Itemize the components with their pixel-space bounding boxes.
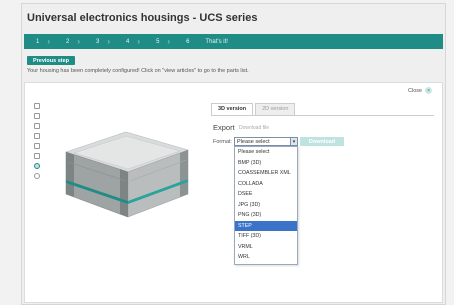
view-icon[interactable] — [34, 143, 40, 149]
close-icon[interactable]: × — [425, 87, 433, 94]
step-label: 3 — [96, 38, 100, 45]
chevron-right-icon: › — [137, 37, 141, 46]
chevron-right-icon: › — [77, 37, 81, 46]
step-2[interactable]: 2 › — [60, 34, 90, 49]
housing-3d-model[interactable] — [56, 122, 196, 232]
close-button[interactable]: Close × — [408, 87, 433, 94]
step-progress-bar: 1 › 2 › 3 › 4 › 5 › 6 That's it! — [24, 34, 443, 49]
fit-icon[interactable] — [34, 133, 40, 139]
step-label: 2 — [66, 38, 70, 45]
step-label: 4 — [126, 38, 130, 45]
download-file-link[interactable]: Download file — [239, 125, 269, 131]
step-label: 1 — [36, 38, 40, 45]
chevron-right-icon: › — [167, 37, 171, 46]
chevron-right-icon: › — [107, 37, 111, 46]
tab-3d-version[interactable]: 3D version — [211, 103, 254, 115]
rotate-icon[interactable] — [34, 123, 40, 129]
step-final: That's it! — [199, 34, 238, 49]
previous-step-button[interactable]: Previous step — [27, 56, 75, 65]
format-option[interactable]: COLLADA — [235, 179, 297, 190]
step-label: 6 — [186, 38, 190, 45]
reset-icon[interactable] — [34, 173, 40, 179]
close-label: Close — [408, 87, 423, 94]
format-option[interactable]: COASSEMBLER XML — [235, 168, 297, 179]
step-label: 5 — [156, 38, 160, 45]
pan-icon[interactable] — [34, 113, 40, 119]
tab-2d-version[interactable]: 2D version — [255, 103, 296, 115]
format-option[interactable]: JPG (3D) — [235, 200, 297, 211]
format-label: Format: — [213, 139, 232, 145]
step-5[interactable]: 5 › — [150, 34, 180, 49]
measure-icon[interactable] — [34, 153, 40, 159]
format-option-highlighted[interactable]: STEP — [235, 220, 297, 231]
step-6[interactable]: 6 — [180, 34, 199, 49]
step-4[interactable]: 4 › — [120, 34, 150, 49]
color-icon[interactable] — [34, 163, 40, 169]
version-tabs: 3D version 2D version — [211, 103, 297, 115]
step-3[interactable]: 3 › — [90, 34, 120, 49]
format-option[interactable]: Please select — [235, 147, 297, 158]
format-option[interactable]: PNG (3D) — [235, 210, 297, 221]
format-option[interactable]: TIFF (3D) — [235, 231, 297, 242]
export-heading: Export — [213, 123, 235, 132]
format-option[interactable]: WRL — [235, 252, 297, 263]
zoom-icon[interactable] — [34, 103, 40, 109]
download-button[interactable]: Download — [300, 137, 344, 146]
format-dropdown-list: Please select BMP (3D) COASSEMBLER XML C… — [234, 146, 298, 265]
page-title: Universal electronics housings - UCS ser… — [27, 12, 258, 24]
format-select[interactable]: Please select ▾ — [234, 137, 298, 146]
format-option[interactable]: BMP (3D) — [235, 158, 297, 169]
format-option[interactable]: DSEE — [235, 189, 297, 200]
chevron-right-icon: › — [47, 37, 51, 46]
format-select-value: Please select — [237, 138, 270, 145]
format-option[interactable]: VRML — [235, 242, 297, 253]
configured-info-text: Your housing has been completely configu… — [27, 68, 249, 74]
chevron-down-icon[interactable]: ▾ — [290, 138, 297, 145]
viewer-toolbar — [33, 103, 41, 179]
step-1[interactable]: 1 › — [30, 34, 60, 49]
step-label: That's it! — [205, 38, 228, 45]
